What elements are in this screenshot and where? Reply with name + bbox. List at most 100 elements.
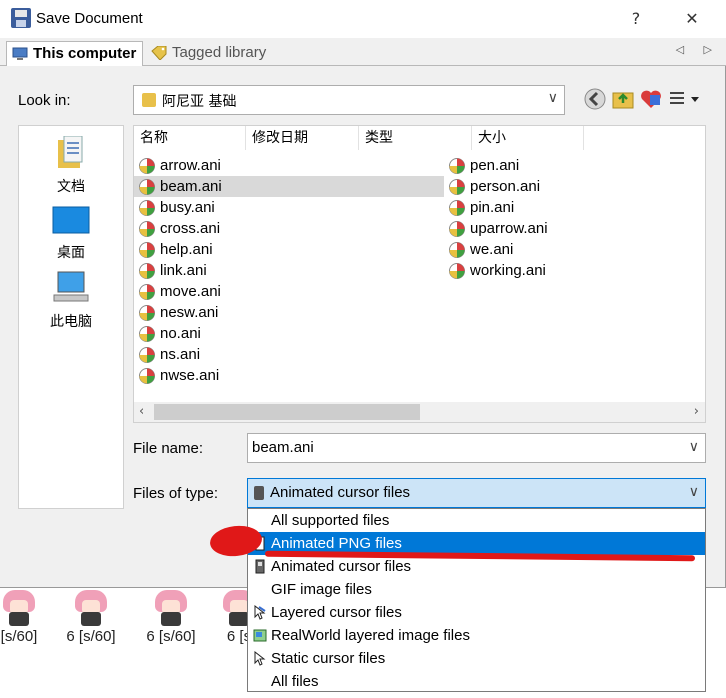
option-label: GIF image files [271,581,372,598]
look-in-dropdown[interactable]: 阿尼亚 基础 ∨ [133,85,565,115]
file-type-label: Files of type: [133,485,219,502]
option-label: Layered cursor files [271,604,402,621]
look-in-value: 阿尼亚 基础 [162,94,237,110]
file-item[interactable]: pin.ani [444,197,604,218]
animated-cursor-icon [139,305,155,321]
frame-thumbnail[interactable]: [s/60] [0,590,54,645]
file-name: move.ani [160,283,221,300]
column-header-modified[interactable]: 修改日期 [246,126,359,150]
file-item[interactable]: uparrow.ani [444,218,604,239]
column-header-type[interactable]: 类型 [359,126,472,150]
view-menu-icon[interactable] [667,87,703,111]
tab-tagged-library[interactable]: Tagged library [146,41,272,66]
location-tabs: This computer Tagged library ◁ ▷ [0,38,726,66]
animated-cursor-icon [139,200,155,216]
sprite-image [151,590,191,626]
horizontal-scrollbar[interactable]: ‹ › [134,402,705,422]
scroll-thumb[interactable] [154,404,420,420]
window-title: Save Document [36,10,143,27]
back-icon[interactable] [583,87,607,111]
option-layered-cursor[interactable]: Layered cursor files [248,601,705,624]
option-all-supported[interactable]: All supported files [248,509,705,532]
place-label: 桌面 [57,245,85,261]
cursor-file-icon [254,486,264,500]
frame-delay-label: 6 [s/60] [66,628,116,645]
file-type-value: Animated cursor files [270,484,411,501]
tab-label: Tagged library [172,44,267,61]
file-item[interactable]: we.ani [444,239,604,260]
layered-image-icon [253,629,267,642]
place-documents[interactable]: 文档 [19,135,123,196]
frame-thumbnail[interactable]: 6 [s/60] [136,590,206,645]
close-button[interactable]: ✕ [672,6,712,32]
animated-cursor-icon [139,263,155,279]
place-this-pc[interactable]: 此电脑 [19,271,123,331]
file-item[interactable]: cross.ani [134,218,444,239]
file-name: ns.ani [160,346,201,363]
place-desktop[interactable]: 桌面 [19,206,123,262]
file-item[interactable]: busy.ani [134,197,444,218]
file-name: we.ani [470,241,514,258]
file-name: nwse.ani [160,367,220,384]
option-all-files[interactable]: All files [248,670,705,693]
tab-scroll-arrows[interactable]: ◁ ▷ [676,43,720,56]
file-name: no.ani [160,325,201,342]
file-item[interactable]: no.ani [134,323,444,344]
option-realworld-layered[interactable]: RealWorld layered image files [248,624,705,647]
file-item[interactable]: working.ani [444,260,604,281]
chevron-down-icon: ∨ [688,484,699,500]
computer-icon [12,47,28,60]
file-item[interactable]: help.ani [134,239,444,260]
file-item[interactable]: arrow.ani [134,155,444,176]
file-name: working.ani [470,262,546,279]
folder-icon [142,93,156,107]
file-name: arrow.ani [160,157,221,174]
chevron-down-icon[interactable]: ∨ [689,439,699,455]
file-item[interactable]: beam.ani [134,176,444,197]
file-item[interactable]: nwse.ani [134,365,444,386]
animated-cursor-icon [139,368,155,384]
look-in-label: Look in: [18,92,71,109]
static-cursor-icon [254,651,266,666]
scroll-left-icon[interactable]: ‹ [139,404,144,419]
file-item[interactable]: move.ani [134,281,444,302]
option-gif[interactable]: GIF image files [248,578,705,601]
file-type-options: All supported files Animated PNG files A… [247,508,706,692]
option-label: All files [271,673,319,690]
scroll-right-icon[interactable]: › [694,404,699,419]
file-item[interactable]: pen.ani [444,155,604,176]
file-item[interactable]: ns.ani [134,344,444,365]
sprite-image [71,590,111,626]
animated-cursor-icon [139,347,155,363]
file-type-dropdown[interactable]: Animated cursor files ∨ [247,478,706,508]
tab-label: This computer [33,45,137,62]
help-button[interactable]: ? [616,6,656,32]
tab-this-computer[interactable]: This computer [6,41,144,66]
animated-cursor-icon [449,158,465,174]
favorites-icon[interactable] [639,87,663,111]
file-name: pen.ani [470,157,520,174]
file-item[interactable]: link.ani [134,260,444,281]
animated-cursor-icon [449,242,465,258]
file-name: person.ani [470,178,541,195]
animated-cursor-icon [449,221,465,237]
option-label: Animated cursor files [271,558,412,575]
file-name: help.ani [160,241,213,258]
frame-delay-label: [s/60] [0,628,38,645]
animated-cursor-icon [139,326,155,342]
frame-delay-label: 6 [s/60] [146,628,196,645]
tag-icon [151,46,167,60]
column-header-name[interactable]: 名称 [134,126,246,150]
column-header-size[interactable]: 大小 [472,126,584,150]
option-static-cursor[interactable]: Static cursor files [248,647,705,670]
animated-cursor-icon [139,242,155,258]
file-item[interactable]: person.ani [444,176,604,197]
file-name: nesw.ani [160,304,219,321]
file-name-input[interactable]: beam.ani ∨ [247,433,706,463]
title-bar: Save Document ? ✕ [0,0,726,38]
file-item[interactable]: nesw.ani [134,302,444,323]
up-folder-icon[interactable] [611,87,635,111]
option-label: All supported files [271,512,390,529]
animated-cursor-icon [139,221,155,237]
frame-thumbnail[interactable]: 6 [s/60] [56,590,126,645]
